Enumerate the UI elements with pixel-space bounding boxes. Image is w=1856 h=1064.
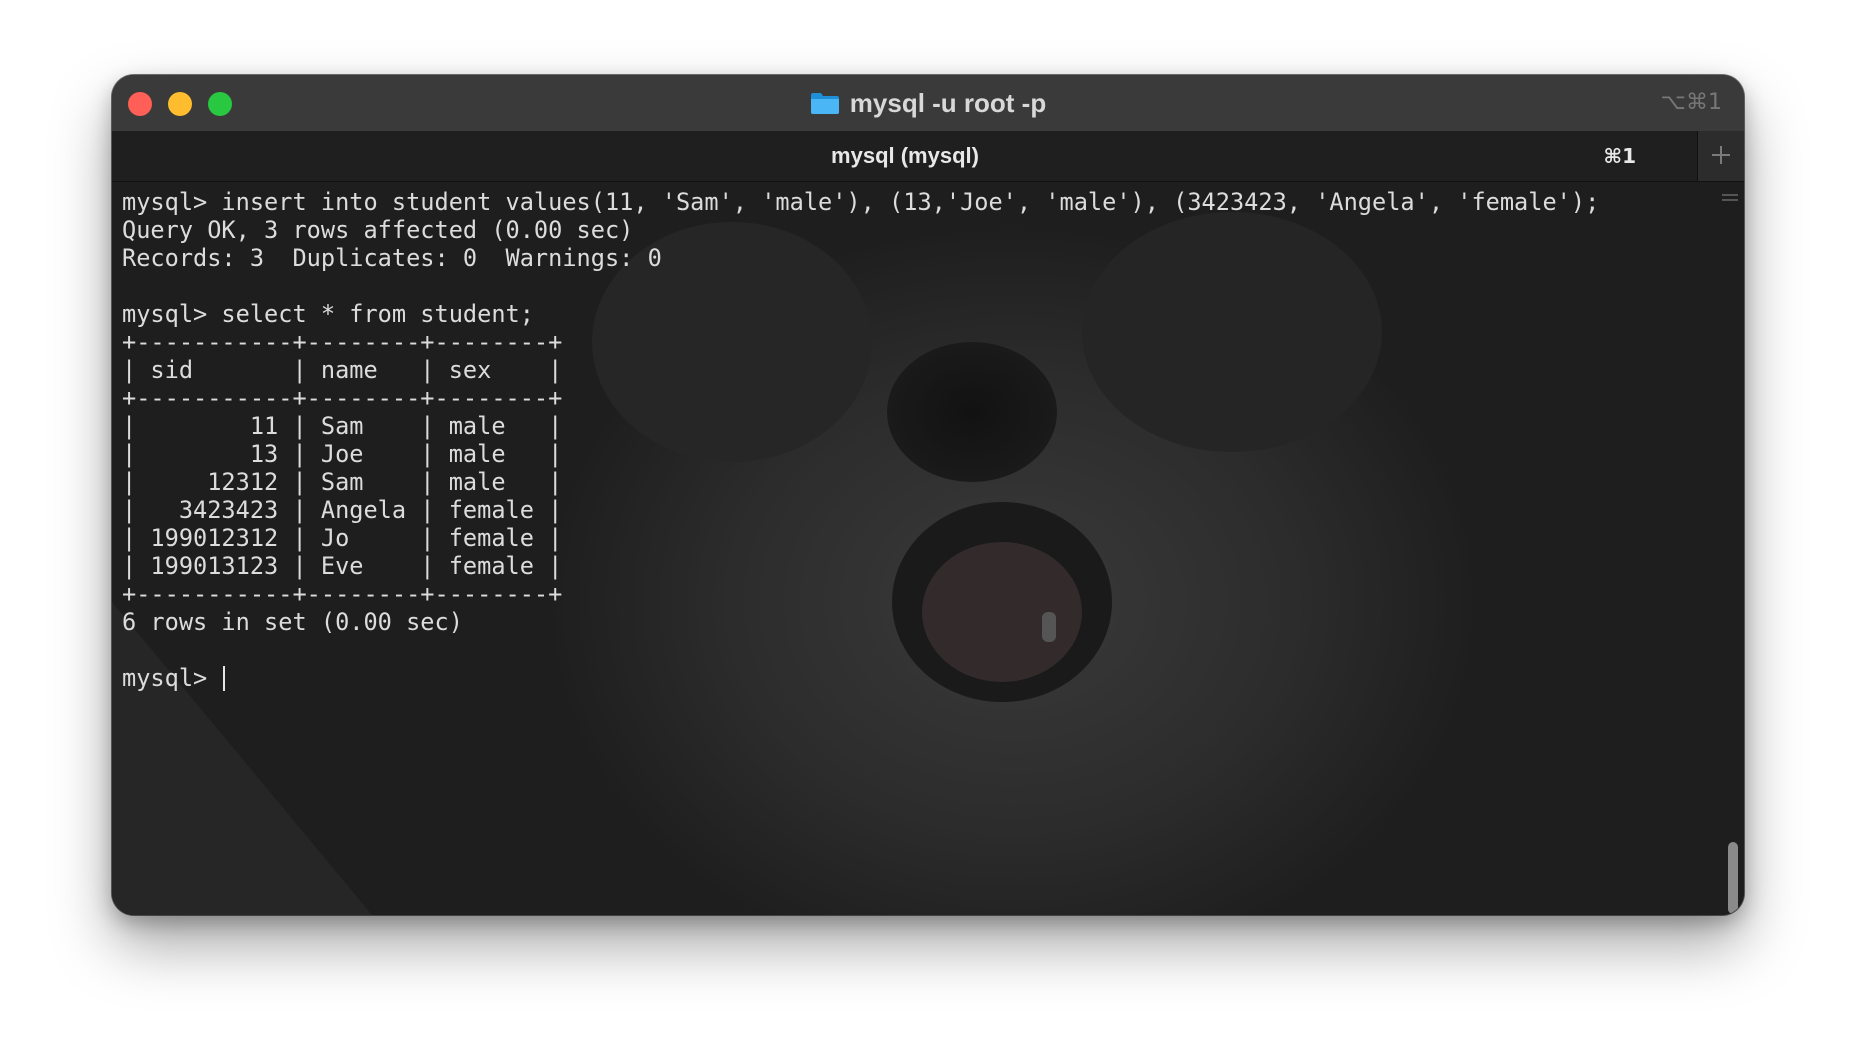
tab-bar: mysql (mysql) ⌘1 bbox=[112, 131, 1744, 182]
prompt-text: mysql> bbox=[122, 664, 222, 692]
terminal-output: mysql> insert into student values(11, 'S… bbox=[122, 188, 1599, 692]
terminal-line: | 11 | Sam | male | bbox=[122, 412, 563, 440]
text-cursor bbox=[223, 666, 226, 691]
terminal-lines: mysql> insert into student values(11, 'S… bbox=[122, 188, 1599, 636]
terminal-line: | sid | name | sex | bbox=[122, 356, 563, 384]
current-prompt-line[interactable]: mysql> bbox=[122, 664, 1599, 692]
terminal-line: | 13 | Joe | male | bbox=[122, 440, 563, 468]
scrollbar[interactable] bbox=[1716, 182, 1744, 915]
terminal-window: mysql -u root -p ⌥⌘1 mysql (mysql) ⌘1 my… bbox=[112, 75, 1744, 915]
tab-mysql[interactable]: mysql (mysql) ⌘1 bbox=[112, 131, 1698, 181]
terminal-line: | 199012312 | Jo | female | bbox=[122, 524, 563, 552]
terminal-line: | 3423423 | Angela | female | bbox=[122, 496, 563, 524]
terminal-content[interactable]: mysql> insert into student values(11, 'S… bbox=[112, 182, 1744, 915]
terminal-line: mysql> insert into student values(11, 'S… bbox=[122, 188, 1600, 216]
new-tab-button[interactable] bbox=[1697, 131, 1744, 181]
tab-label: mysql (mysql) bbox=[831, 143, 979, 168]
scrollbar-thumb[interactable] bbox=[1728, 842, 1738, 914]
terminal-line: +-----------+--------+--------+ bbox=[122, 328, 563, 356]
scroll-grip-icon bbox=[1722, 190, 1738, 201]
folder-icon bbox=[810, 91, 840, 115]
terminal-line: mysql> select * from student; bbox=[122, 300, 534, 328]
window-shortcut-label: ⌥⌘1 bbox=[1660, 90, 1722, 115]
window-title: mysql -u root -p bbox=[112, 75, 1744, 131]
terminal-line: +-----------+--------+--------+ bbox=[122, 580, 563, 608]
terminal-line: | 199013123 | Eve | female | bbox=[122, 552, 563, 580]
terminal-line: Records: 3 Duplicates: 0 Warnings: 0 bbox=[122, 244, 662, 272]
plus-icon bbox=[1710, 139, 1732, 174]
tab-shortcut-label: ⌘1 bbox=[1603, 144, 1636, 168]
terminal-line: Query OK, 3 rows affected (0.00 sec) bbox=[122, 216, 634, 244]
terminal-line: | 12312 | Sam | male | bbox=[122, 468, 563, 496]
terminal-line: 6 rows in set (0.00 sec) bbox=[122, 608, 463, 636]
window-title-text: mysql -u root -p bbox=[849, 87, 1047, 118]
terminal-line: +-----------+--------+--------+ bbox=[122, 384, 563, 412]
title-bar[interactable]: mysql -u root -p ⌥⌘1 bbox=[112, 75, 1744, 131]
